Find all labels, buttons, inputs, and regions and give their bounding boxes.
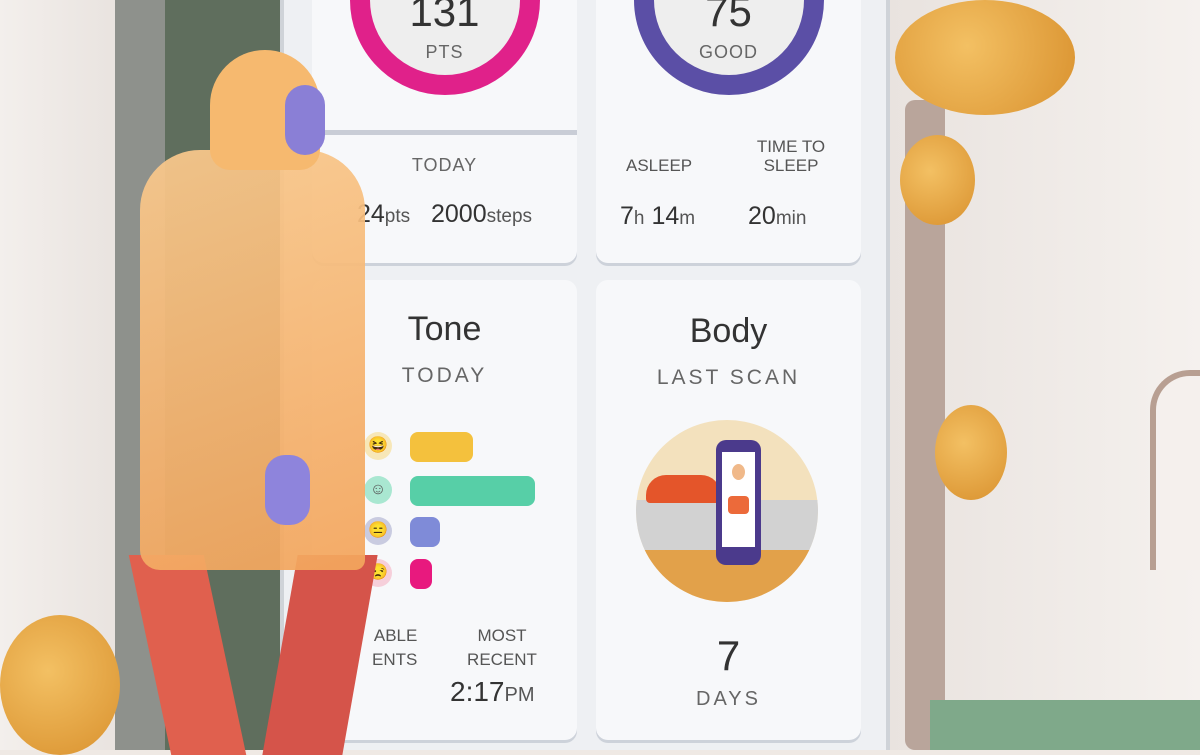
- activity-unit: PTS: [425, 42, 464, 62]
- tone-bar-positive: [410, 476, 535, 506]
- fruit-icon: [646, 475, 721, 503]
- sleep-rating: GOOD: [698, 42, 758, 62]
- points-unit: pts: [384, 206, 411, 227]
- phone-screen: 131 PTS TODAY 24pts 2000steps 75 GOOD AS…: [280, 0, 890, 750]
- tone-bar-negative: [410, 559, 432, 589]
- figure-face: [285, 85, 325, 155]
- days-label: DAYS: [696, 688, 761, 710]
- notable-moments-label: ABLE ENTS: [372, 624, 417, 672]
- asleep-label: ASLEEP: [626, 156, 693, 175]
- asleep-hours: 7: [620, 202, 634, 230]
- neutral-emoji-icon: 😑: [364, 517, 392, 545]
- hours-unit: h: [633, 208, 645, 229]
- bench: [930, 700, 1200, 750]
- asleep-minutes: 14: [651, 202, 680, 230]
- time-to-sleep-unit: min: [775, 208, 807, 229]
- tree-foliage: [895, 0, 1075, 115]
- days-value: 7: [716, 632, 741, 679]
- chair: [1150, 370, 1200, 570]
- body-subtitle: LAST SCAN: [656, 366, 801, 389]
- time-to-sleep-label: TIME TO SLEEP: [756, 137, 826, 175]
- tone-bar-very-positive: [410, 432, 473, 462]
- recent-ampm: PM: [504, 684, 535, 706]
- activity-score: 131: [409, 0, 480, 35]
- tree-foliage: [900, 135, 975, 225]
- most-recent-time: 2:17PM: [450, 676, 535, 708]
- time-to-sleep-value: 20min: [748, 202, 806, 231]
- divider: [312, 130, 577, 135]
- asleep-value: 7h 14m: [620, 202, 695, 231]
- phone-icon: [716, 440, 761, 565]
- minutes-unit: m: [679, 208, 696, 229]
- figure-coat: [140, 150, 365, 570]
- tone-bar-neutral: [410, 517, 440, 547]
- bush: [0, 615, 120, 755]
- time-to-sleep-number: 20: [748, 202, 776, 230]
- steps-unit: steps: [486, 206, 533, 227]
- sleep-card[interactable]: 75 GOOD ASLEEP TIME TO SLEEP 7h 14m 20mi…: [596, 0, 861, 263]
- most-recent-label: MOST RECENT: [467, 626, 537, 669]
- recent-time-value: 2:17: [450, 676, 505, 707]
- figure-hand: [265, 455, 310, 525]
- tree-foliage: [935, 405, 1007, 500]
- body-card[interactable]: Body LAST SCAN 7 DAYS: [596, 280, 861, 740]
- very-positive-emoji-icon: 😆: [364, 432, 392, 460]
- body-scan-illustration: [636, 420, 818, 602]
- positive-emoji-icon: ☺: [364, 476, 392, 504]
- sleep-score: 75: [705, 0, 752, 35]
- notable-label-line2: ENTS: [372, 650, 418, 669]
- body-title: Body: [689, 312, 768, 350]
- steps-value: 2000: [430, 200, 487, 228]
- notable-label-line1: ABLE: [373, 626, 418, 645]
